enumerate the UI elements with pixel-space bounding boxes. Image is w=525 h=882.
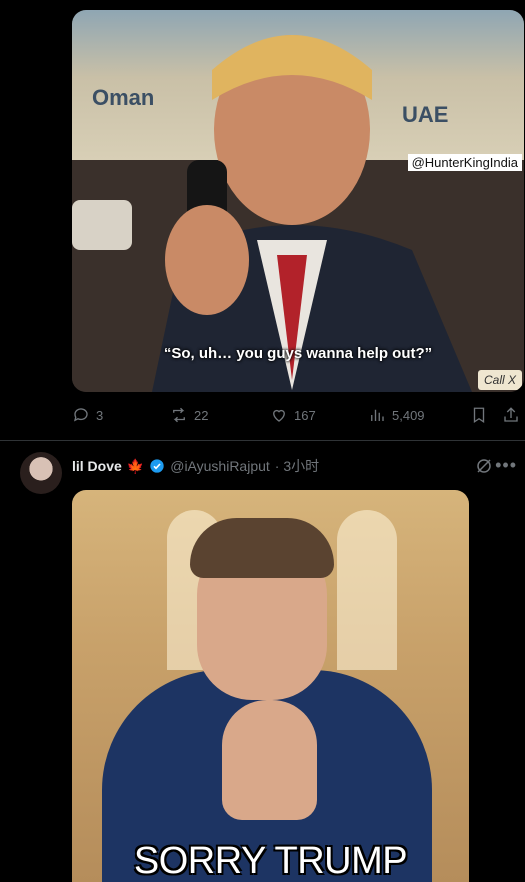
like-icon: [273, 409, 285, 422]
hands-shape: [222, 700, 317, 820]
reply-icon: [73, 408, 88, 422]
tweet2-header: lil Dove 🍁 @iAyushiRajput · 3小时: [72, 456, 319, 476]
post-time[interactable]: · 3小时: [275, 456, 319, 476]
repost-button[interactable]: 22: [170, 406, 208, 424]
repost-count: 22: [194, 407, 209, 423]
like-count: 167: [294, 407, 316, 423]
author-name[interactable]: lil Dove: [72, 458, 122, 474]
share-button[interactable]: [502, 406, 520, 424]
grok-icon[interactable]: [475, 457, 493, 475]
verified-icon: [150, 459, 164, 473]
views-count: 5,409: [392, 407, 425, 423]
tweet1-action-bar: 3 22 167 5,409: [72, 406, 522, 428]
bookmark-icon: [473, 407, 485, 424]
watermark-label: @HunterKingIndia: [407, 154, 522, 171]
tweet2-media-image[interactable]: SORRY TRUMP: [72, 490, 469, 882]
media-caption: SORRY TRUMP: [133, 840, 408, 882]
maple-leaf-icon: 🍁: [126, 457, 145, 474]
tweet1-media-image[interactable]: Oman UAE @HunterKingIndia “So, uh… you g…: [72, 10, 524, 392]
tweet-divider: [0, 440, 525, 441]
like-button[interactable]: 167: [270, 406, 316, 424]
photo-illustration: [72, 35, 524, 392]
bookmark-button[interactable]: [470, 406, 488, 424]
hair-shape: [190, 518, 334, 578]
avatar[interactable]: [20, 452, 62, 494]
more-icon[interactable]: •••: [495, 455, 517, 476]
media-caption: “So, uh… you guys wanna help out?”: [163, 345, 433, 362]
background-window: [337, 510, 397, 670]
reply-count: 3: [96, 407, 104, 423]
views-icon: [371, 409, 384, 421]
views-button[interactable]: 5,409: [368, 406, 425, 424]
repost-icon: [173, 407, 185, 423]
corner-text: Call X: [477, 370, 522, 390]
share-icon: [504, 407, 518, 422]
reply-button[interactable]: 3: [72, 406, 103, 424]
author-handle[interactable]: @iAyushiRajput: [170, 458, 270, 474]
